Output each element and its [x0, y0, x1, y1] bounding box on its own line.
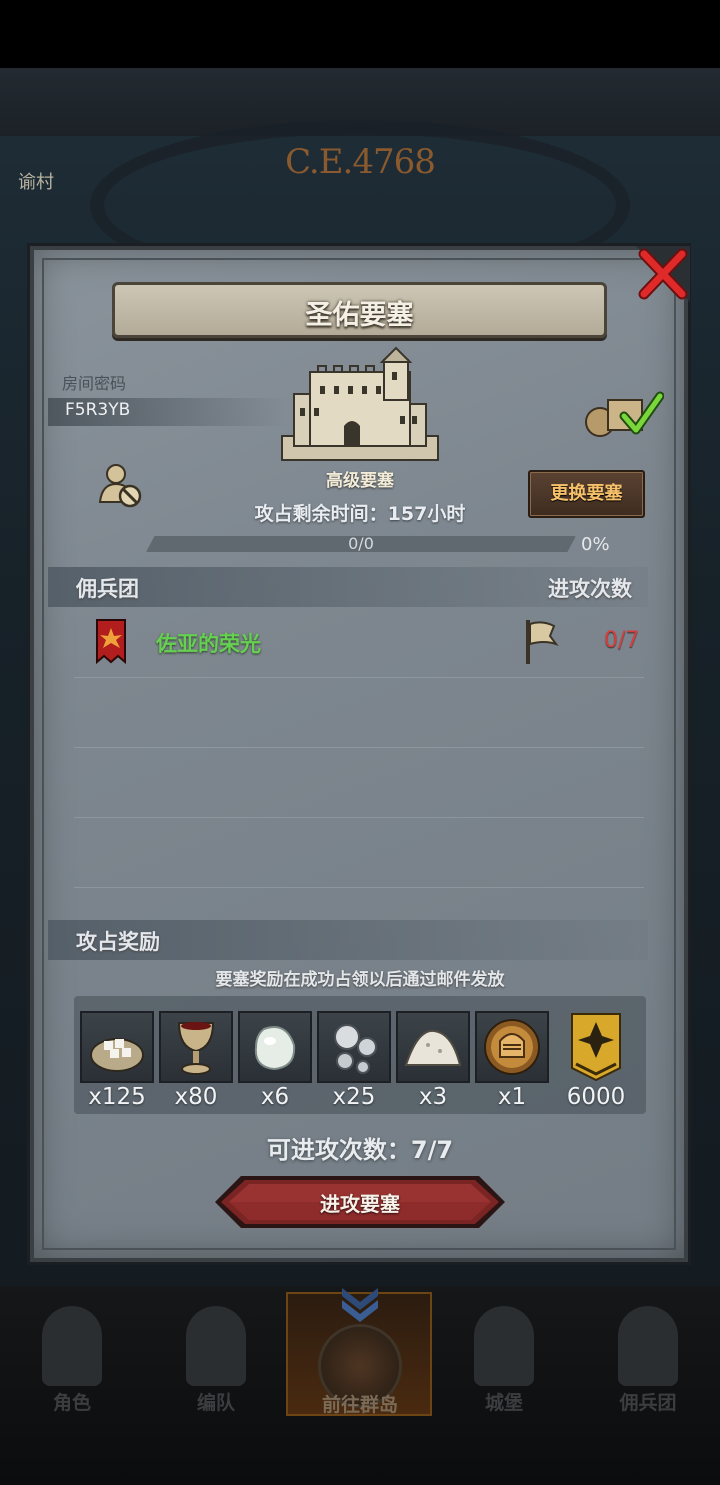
nav-tab-mercenary[interactable]: 佣兵团: [576, 1292, 720, 1416]
map-year-label: C.E.4768: [285, 142, 436, 182]
progress-percent: 0%: [581, 534, 610, 555]
mercenary-banner-icon: [96, 619, 126, 665]
room-password-value: F5R3YB: [65, 400, 131, 420]
fortress-castle-icon: [281, 346, 439, 461]
mercenary-header: 佣兵团: [76, 577, 139, 601]
reward-qty: x25: [332, 1084, 376, 1110]
reward-qty: x1: [497, 1084, 527, 1110]
rewards-note: 要塞奖励在成功占领以后通过邮件发放: [215, 970, 505, 990]
mercenary-icon: [618, 1306, 678, 1386]
nav-tab-formation[interactable]: 编队: [144, 1292, 288, 1416]
reward-item[interactable]: [475, 1011, 549, 1083]
row-divider: [74, 747, 644, 748]
reward-qty: x125: [88, 1084, 146, 1110]
mercenary-name: 佐亚的荣光: [156, 632, 261, 656]
helmet-icon: [186, 1306, 246, 1386]
no-player-icon: [98, 464, 142, 508]
fortress-level-label: 高级要塞: [326, 471, 394, 491]
knight-icon: [42, 1306, 102, 1386]
attack-count-header: 进攻次数: [548, 577, 632, 601]
status-bar-area: [0, 0, 720, 68]
attack-fortress-label: 进攻要塞: [320, 1192, 400, 1216]
row-divider: [74, 677, 644, 678]
reward-item[interactable]: [159, 1011, 233, 1083]
rewards-header: 攻占奖励: [76, 930, 160, 954]
row-divider: [74, 817, 644, 818]
nav-tab-character[interactable]: 角色: [0, 1292, 144, 1416]
nav-label: 城堡: [484, 1392, 523, 1414]
knight-helmet-medal-icon: [484, 1019, 540, 1075]
progress-value: 0/0: [348, 534, 374, 553]
occupy-time-remaining: 攻占剩余时间：157小时: [254, 503, 466, 525]
reward-qty: x80: [174, 1084, 218, 1110]
reward-item[interactable]: [317, 1011, 391, 1083]
moonstone-icon: [254, 1026, 296, 1071]
reward-item[interactable]: [80, 1011, 154, 1083]
remaining-attacks: 可进攻次数：7/7: [266, 1136, 454, 1164]
chevron-down-icon: [342, 1288, 378, 1322]
nav-label: 前往群岛: [321, 1394, 398, 1416]
change-fortress-label: 更换要塞: [550, 483, 623, 504]
row-divider: [74, 887, 644, 888]
mercenary-attack-count: 0/7: [604, 628, 640, 653]
reward-qty: 6000: [566, 1084, 626, 1110]
silver-pearls-icon: [334, 1024, 377, 1074]
dialog-title: 圣佑要塞: [305, 300, 414, 331]
sugar-sack-icon: [90, 1038, 144, 1072]
supply-bag-check-icon[interactable]: [584, 388, 664, 438]
room-password-label: 房间密码: [62, 374, 127, 393]
change-fortress-button[interactable]: 更换要塞: [528, 470, 645, 518]
reward-qty: x3: [418, 1084, 448, 1110]
castle-icon: [474, 1306, 534, 1386]
reward-qty: x6: [260, 1084, 290, 1110]
title-banner: 圣佑要塞: [112, 282, 607, 338]
nav-label: 角色: [52, 1392, 91, 1414]
goblet-icon: [177, 1022, 215, 1075]
map-village-label: 谕村: [18, 172, 54, 193]
nav-label: 佣兵团: [619, 1392, 677, 1414]
honor-banner-icon[interactable]: [570, 1012, 622, 1082]
nav-tab-castle[interactable]: 城堡: [432, 1292, 576, 1416]
reward-item[interactable]: [396, 1011, 470, 1083]
salt-pile-icon: [404, 1029, 462, 1066]
reward-item[interactable]: [238, 1011, 312, 1083]
attack-flag-icon: [526, 620, 559, 664]
nav-label: 编队: [196, 1392, 235, 1414]
close-icon[interactable]: [636, 246, 690, 302]
